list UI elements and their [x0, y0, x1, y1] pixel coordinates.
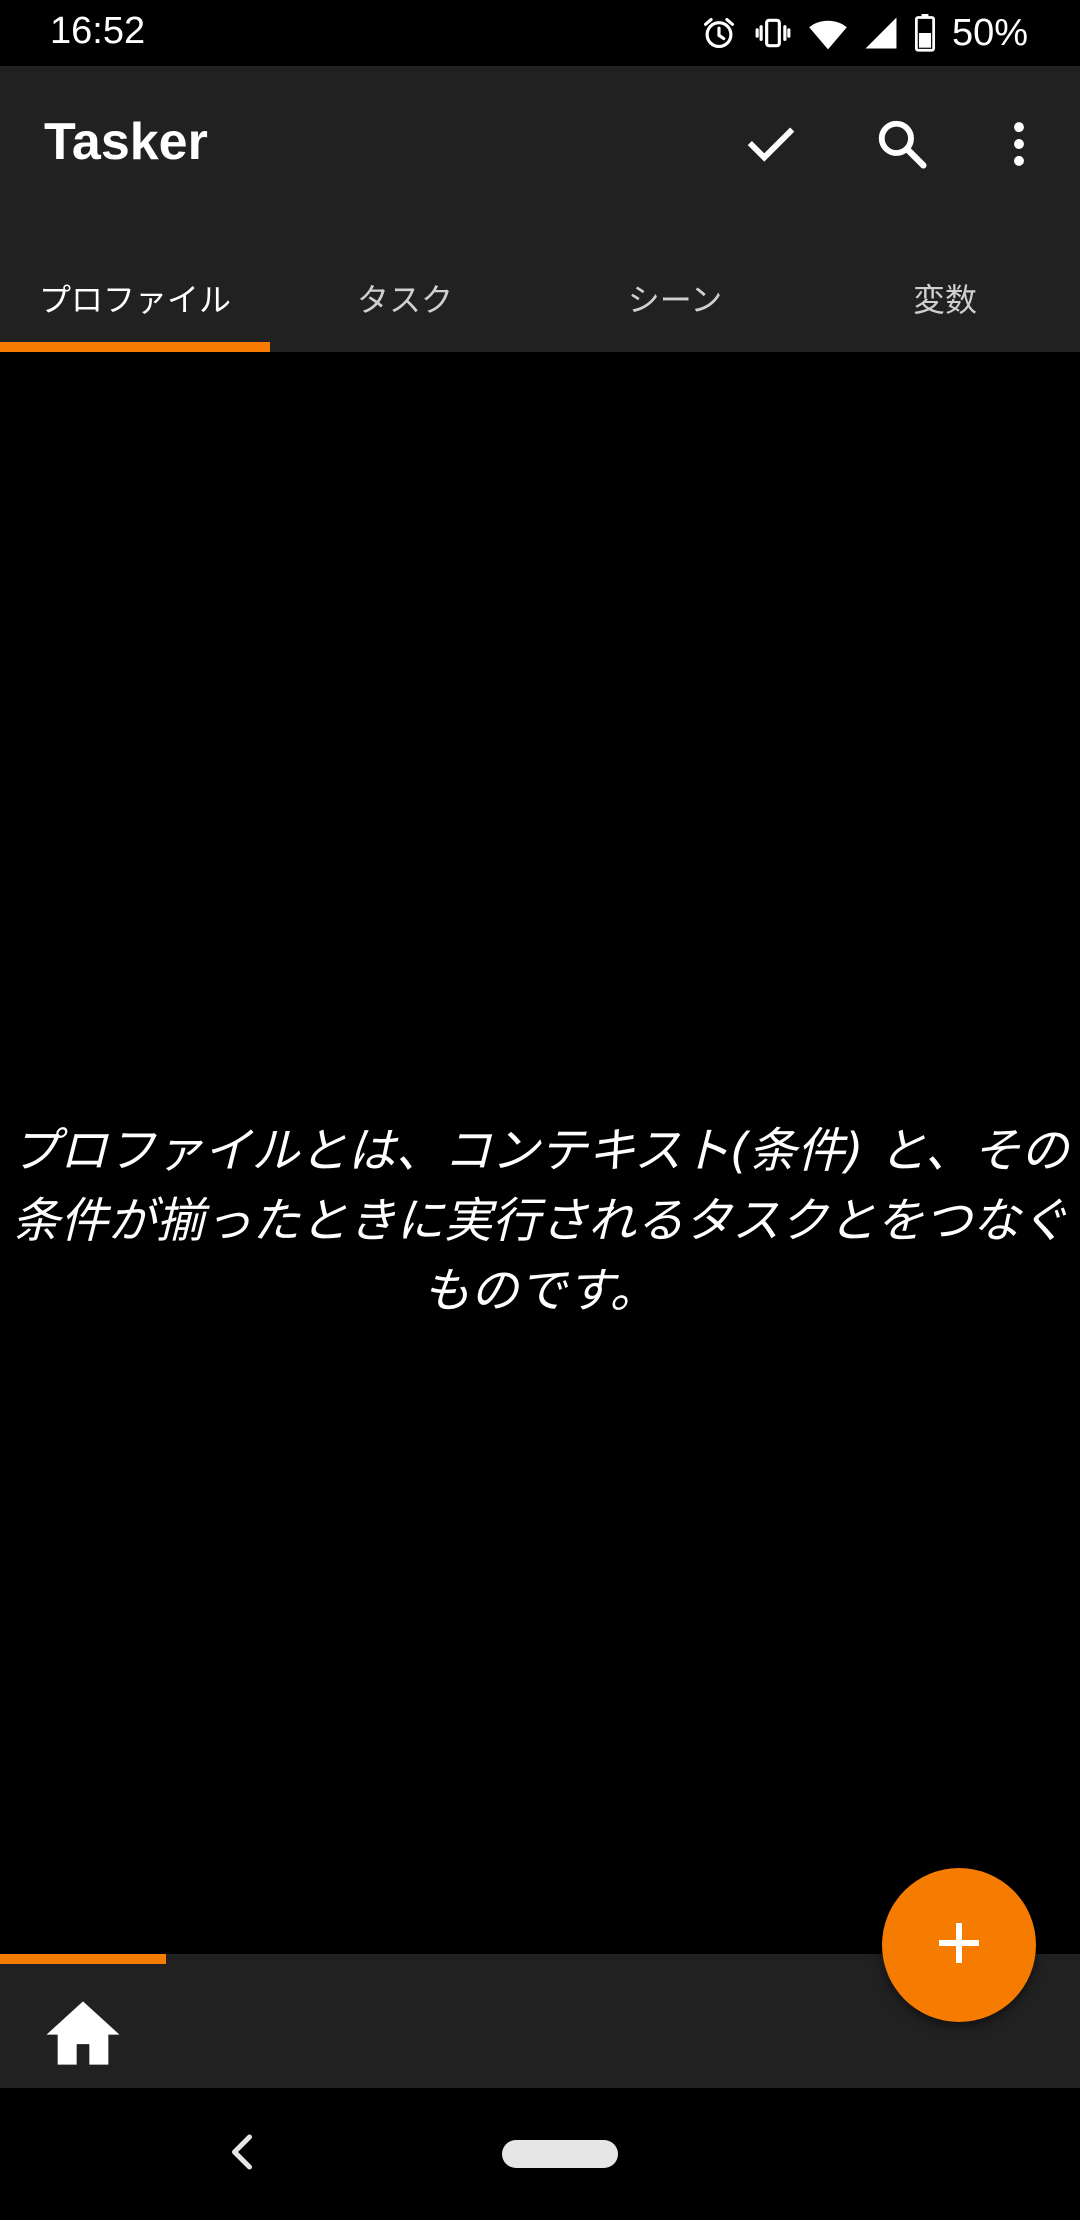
status-bar: 16:52 50%: [0, 0, 1080, 66]
battery-percent: 50%: [951, 11, 1028, 54]
back-button[interactable]: [212, 2124, 272, 2184]
empty-state-message: プロファイルとは、コンテキスト(条件) と、その条件が揃ったときに実行されるタス…: [11, 1123, 1069, 1319]
search-icon: [875, 117, 929, 175]
confirm-button[interactable]: [731, 106, 811, 186]
home-pill[interactable]: [502, 2140, 618, 2168]
tab-bar: プロファイル タスク シーン 変数: [0, 244, 1080, 352]
system-nav-bar: [0, 2088, 1080, 2220]
more-options-button[interactable]: [979, 106, 1059, 186]
wifi-icon: [808, 15, 848, 51]
status-icons: 50%: [700, 10, 1028, 56]
bottom-indicator: [0, 1954, 166, 1964]
back-icon: [227, 2132, 257, 2176]
tab-profiles[interactable]: プロファイル: [0, 244, 270, 352]
battery-icon: [914, 14, 936, 52]
home-icon: [45, 1998, 121, 2072]
tab-scenes[interactable]: シーン: [540, 244, 810, 352]
tab-variables[interactable]: 変数: [810, 244, 1080, 352]
profiles-content: プロファイルとは、コンテキスト(条件) と、その条件が揃ったときに実行されるタス…: [0, 352, 1080, 1954]
tab-label: シーン: [627, 281, 723, 319]
tab-label: 変数: [912, 281, 977, 319]
signal-icon: [864, 15, 898, 51]
vibrate-icon: [754, 14, 792, 52]
tab-tasks[interactable]: タスク: [270, 244, 540, 352]
search-button[interactable]: [862, 106, 942, 186]
add-profile-button[interactable]: [882, 1868, 1036, 2022]
tab-label: タスク: [356, 281, 453, 319]
alarm-icon: [700, 14, 738, 52]
active-tab-indicator: [0, 342, 270, 352]
check-icon: [744, 117, 798, 175]
tab-label: プロファイル: [38, 281, 231, 319]
app-bar: Tasker プロファイル タスク シーン 変数: [0, 66, 1080, 352]
more-vert-icon: [992, 117, 1046, 175]
app-title: Tasker: [44, 113, 208, 171]
status-time: 16:52: [50, 10, 146, 52]
plus-icon: [935, 1919, 983, 1971]
home-button[interactable]: [40, 1992, 126, 2078]
